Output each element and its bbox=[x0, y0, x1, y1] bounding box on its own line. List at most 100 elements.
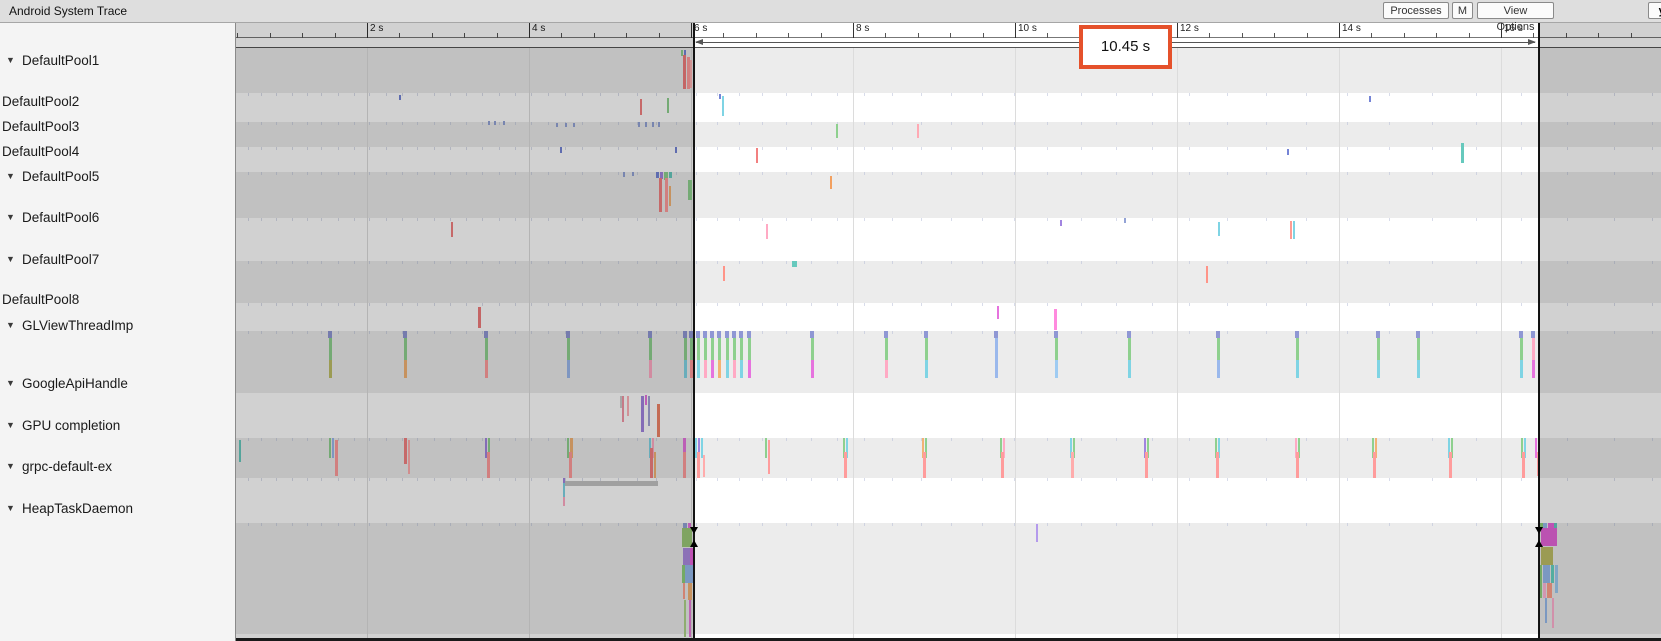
event-slice[interactable] bbox=[704, 360, 707, 378]
expander-triangle-icon[interactable]: ▼ bbox=[6, 254, 15, 264]
event-slice[interactable] bbox=[565, 123, 567, 127]
event-slice[interactable] bbox=[645, 395, 647, 405]
event-slice[interactable] bbox=[649, 360, 652, 378]
event-slice[interactable] bbox=[658, 122, 660, 127]
event-slice[interactable] bbox=[1551, 565, 1554, 583]
event-slice[interactable] bbox=[408, 440, 410, 474]
event-slice[interactable] bbox=[404, 338, 407, 360]
event-slice[interactable] bbox=[1217, 338, 1220, 360]
event-slice[interactable] bbox=[719, 94, 721, 99]
sidebar-item-DefaultPool1[interactable]: ▼DefaultPool1 bbox=[0, 53, 235, 69]
event-slice[interactable] bbox=[1128, 338, 1131, 360]
event-slice[interactable] bbox=[669, 186, 671, 206]
event-slice[interactable] bbox=[718, 338, 721, 360]
event-slice[interactable] bbox=[1541, 547, 1553, 565]
event-slice[interactable] bbox=[756, 148, 758, 163]
event-slice[interactable] bbox=[667, 98, 669, 113]
event-slice[interactable] bbox=[1036, 524, 1038, 542]
event-slice[interactable] bbox=[925, 338, 928, 360]
event-slice[interactable] bbox=[997, 306, 999, 319]
track-band-DefaultPool6[interactable] bbox=[236, 218, 1661, 261]
event-slice[interactable] bbox=[733, 360, 736, 378]
event-slice-cap[interactable] bbox=[403, 331, 407, 338]
event-slice[interactable] bbox=[1290, 221, 1292, 239]
event-slice[interactable] bbox=[844, 452, 847, 478]
event-slice[interactable] bbox=[690, 60, 692, 88]
event-slice[interactable] bbox=[1206, 266, 1208, 283]
selection-handle-down-icon[interactable] bbox=[690, 527, 698, 534]
event-slice[interactable] bbox=[925, 360, 928, 378]
event-slice[interactable] bbox=[1001, 452, 1004, 478]
event-slice[interactable] bbox=[1520, 338, 1523, 360]
event-slice[interactable] bbox=[1296, 338, 1299, 360]
expander-triangle-icon[interactable]: ▼ bbox=[6, 420, 15, 430]
event-slice[interactable] bbox=[657, 404, 660, 437]
event-slice[interactable] bbox=[1218, 222, 1220, 236]
event-slice-cap[interactable] bbox=[710, 331, 714, 338]
event-slice[interactable] bbox=[1145, 452, 1148, 478]
event-slice[interactable] bbox=[641, 396, 644, 432]
event-slice[interactable] bbox=[683, 452, 686, 478]
event-slice[interactable] bbox=[567, 338, 570, 360]
event-slice[interactable] bbox=[1541, 528, 1557, 546]
event-slice[interactable] bbox=[885, 360, 888, 378]
event-slice[interactable] bbox=[332, 438, 334, 458]
event-slice[interactable] bbox=[1555, 565, 1558, 593]
event-slice[interactable] bbox=[648, 396, 650, 426]
event-slice[interactable] bbox=[1532, 360, 1535, 378]
event-slice[interactable] bbox=[329, 360, 332, 378]
event-slice[interactable] bbox=[684, 338, 687, 360]
event-slice[interactable] bbox=[917, 124, 919, 138]
event-slice[interactable] bbox=[487, 452, 490, 478]
event-slice[interactable] bbox=[1369, 96, 1371, 102]
event-slice[interactable] bbox=[688, 583, 692, 600]
event-slice-cap[interactable] bbox=[739, 331, 743, 338]
event-slice[interactable] bbox=[623, 172, 625, 177]
cutoff-button[interactable]: yo bbox=[1648, 2, 1661, 19]
expander-triangle-icon[interactable]: ▼ bbox=[6, 171, 15, 181]
event-slice[interactable] bbox=[329, 338, 332, 360]
event-slice[interactable] bbox=[995, 338, 998, 360]
event-slice[interactable] bbox=[1545, 598, 1547, 623]
event-slice[interactable] bbox=[811, 360, 814, 378]
event-slice-cap[interactable] bbox=[1416, 331, 1420, 338]
event-slice[interactable] bbox=[329, 438, 331, 458]
event-slice[interactable] bbox=[1461, 143, 1464, 163]
selection-handle-up-icon[interactable] bbox=[1535, 540, 1543, 547]
event-slice[interactable] bbox=[726, 360, 729, 378]
event-slice[interactable] bbox=[684, 600, 686, 637]
event-slice[interactable] bbox=[923, 452, 926, 478]
event-slice-cap[interactable] bbox=[717, 331, 721, 338]
event-slice[interactable] bbox=[697, 452, 700, 478]
event-slice[interactable] bbox=[718, 360, 721, 378]
selection-boundary-left[interactable] bbox=[693, 22, 695, 641]
track-band-DefaultPool4[interactable] bbox=[236, 147, 1661, 172]
event-slice[interactable] bbox=[565, 481, 658, 486]
event-slice[interactable] bbox=[1054, 309, 1057, 330]
event-slice-cap[interactable] bbox=[747, 331, 751, 338]
event-slice[interactable] bbox=[723, 266, 725, 281]
event-slice[interactable] bbox=[1520, 360, 1523, 378]
selection-boundary-right[interactable] bbox=[1538, 22, 1540, 641]
event-slice[interactable] bbox=[627, 396, 629, 416]
event-slice[interactable] bbox=[830, 176, 832, 189]
event-slice[interactable] bbox=[1373, 452, 1376, 478]
event-slice-cap[interactable] bbox=[1531, 331, 1535, 338]
track-band-DefaultPool3[interactable] bbox=[236, 122, 1661, 147]
event-slice[interactable] bbox=[1540, 565, 1542, 598]
event-slice[interactable] bbox=[1293, 221, 1295, 239]
sidebar-item-GPU completion[interactable]: ▼GPU completion bbox=[0, 418, 235, 434]
event-slice[interactable] bbox=[683, 55, 686, 89]
event-slice[interactable] bbox=[485, 338, 488, 360]
event-slice[interactable] bbox=[652, 122, 654, 127]
event-slice[interactable] bbox=[1377, 338, 1380, 360]
event-slice-cap[interactable] bbox=[1519, 331, 1523, 338]
event-slice[interactable] bbox=[765, 438, 767, 458]
event-slice-cap[interactable] bbox=[1216, 331, 1220, 338]
event-slice-cap[interactable] bbox=[994, 331, 998, 338]
event-slice[interactable] bbox=[1547, 583, 1552, 598]
event-slice[interactable] bbox=[650, 448, 653, 478]
event-slice[interactable] bbox=[665, 178, 668, 212]
view-options-button[interactable]: View Options bbox=[1477, 2, 1554, 19]
event-slice[interactable] bbox=[503, 121, 505, 125]
